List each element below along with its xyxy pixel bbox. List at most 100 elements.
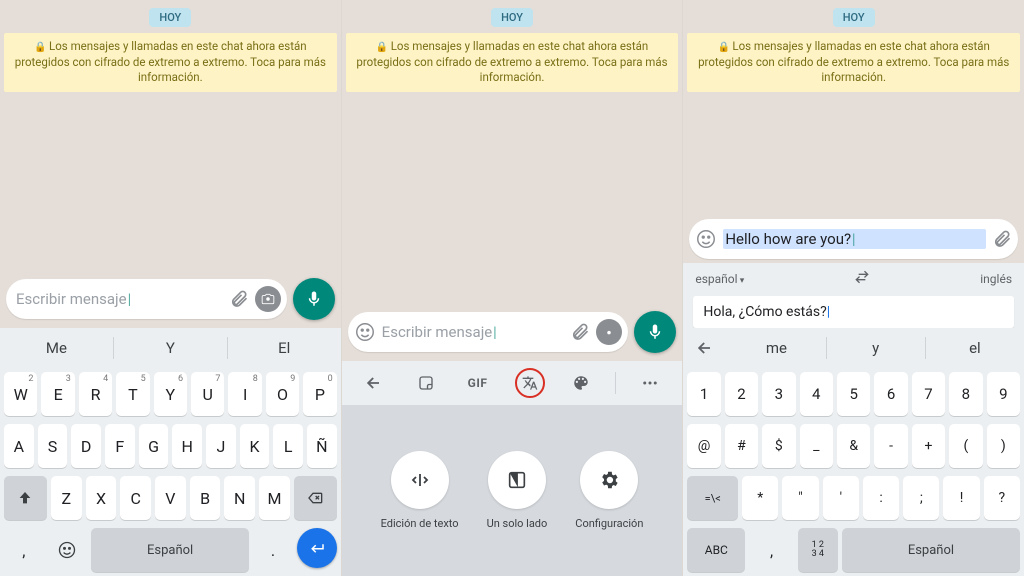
key-K[interactable]: K — [240, 424, 270, 468]
suggestion-3[interactable]: El — [228, 339, 341, 357]
suggestion-3[interactable]: el — [926, 339, 1024, 357]
theme-icon[interactable] — [563, 365, 599, 401]
translation-field[interactable]: Hola, ¿Cómo estás? — [693, 296, 1014, 328]
spacebar[interactable]: Español — [842, 528, 1020, 572]
encryption-banner[interactable]: Los mensajes y llamadas en este chat aho… — [687, 33, 1020, 92]
key-M[interactable]: M — [259, 476, 290, 520]
key-B[interactable]: B — [190, 476, 221, 520]
key-&[interactable]: & — [837, 424, 870, 468]
lang-from[interactable]: español — [695, 272, 744, 286]
abc-key[interactable]: ABC — [687, 528, 745, 572]
swap-icon[interactable] — [854, 269, 870, 288]
message-field[interactable]: Escribir mensaje — [6, 279, 287, 319]
encryption-banner[interactable]: Los mensajes y llamadas en este chat aho… — [4, 33, 337, 92]
enter-key[interactable] — [297, 528, 337, 568]
message-field[interactable]: Hello how are you? — [689, 219, 1018, 259]
key-O[interactable]: O9 — [266, 372, 299, 416]
emoji-icon[interactable] — [695, 228, 717, 250]
key-U[interactable]: U7 — [191, 372, 224, 416]
key-1[interactable]: 1 — [687, 372, 720, 416]
attach-icon[interactable] — [229, 289, 249, 309]
suggestion-2[interactable]: y — [827, 339, 925, 357]
mic-button[interactable] — [634, 311, 676, 353]
sticker-icon[interactable] — [408, 365, 444, 401]
lang-to[interactable]: inglés — [980, 272, 1012, 286]
key-)[interactable]: ) — [987, 424, 1020, 468]
key-6[interactable]: 6 — [874, 372, 907, 416]
back-icon[interactable] — [356, 365, 392, 401]
key-I[interactable]: I8 — [228, 372, 261, 416]
suggestion-1[interactable]: me — [727, 339, 825, 357]
key-;[interactable]: ; — [903, 476, 939, 520]
key-P[interactable]: P0 — [303, 372, 336, 416]
text-edit-tool[interactable]: Edición de texto — [381, 451, 459, 530]
key-X[interactable]: X — [86, 476, 117, 520]
key-([interactable]: ( — [949, 424, 982, 468]
chat-body — [342, 92, 683, 307]
key-C[interactable]: C — [120, 476, 151, 520]
key-R[interactable]: R4 — [79, 372, 112, 416]
encryption-banner[interactable]: Los mensajes y llamadas en este chat aho… — [346, 33, 679, 92]
key-3[interactable]: 3 — [762, 372, 795, 416]
emoji-key[interactable] — [48, 528, 88, 572]
key-E[interactable]: E3 — [41, 372, 74, 416]
key-'[interactable]: ' — [823, 476, 859, 520]
key-D[interactable]: D — [71, 424, 101, 468]
key-@[interactable]: @ — [687, 424, 720, 468]
attach-icon[interactable] — [570, 322, 590, 342]
key-4[interactable]: 4 — [800, 372, 833, 416]
attach-icon[interactable] — [992, 229, 1012, 249]
one-hand-tool[interactable]: Un solo lado — [487, 451, 548, 530]
settings-tool[interactable]: Configuración — [575, 451, 643, 530]
key-#[interactable]: # — [725, 424, 758, 468]
key-V[interactable]: V — [155, 476, 186, 520]
period-key[interactable]: . — [253, 528, 293, 572]
key-$[interactable]: $ — [762, 424, 795, 468]
key-![interactable]: ! — [943, 476, 979, 520]
key-T[interactable]: T5 — [116, 372, 149, 416]
suggestion-2[interactable]: Y — [114, 339, 227, 357]
key-7[interactable]: 7 — [912, 372, 945, 416]
key-A[interactable]: A — [4, 424, 34, 468]
key-S[interactable]: S — [38, 424, 68, 468]
key-G[interactable]: G — [139, 424, 169, 468]
key-9[interactable]: 9 — [987, 372, 1020, 416]
numfrac-key[interactable]: 1 2 3 4 — [798, 528, 838, 572]
key-N[interactable]: N — [224, 476, 255, 520]
key-_[interactable]: _ — [800, 424, 833, 468]
key-5[interactable]: 5 — [837, 372, 870, 416]
translate-icon[interactable] — [512, 365, 548, 401]
key-F[interactable]: F — [105, 424, 135, 468]
shift-key[interactable] — [4, 476, 47, 520]
key-L[interactable]: L — [273, 424, 303, 468]
key-+[interactable]: + — [912, 424, 945, 468]
key-Z[interactable]: Z — [51, 476, 82, 520]
camera-icon[interactable] — [255, 286, 281, 312]
key-2[interactable]: 2 — [725, 372, 758, 416]
gif-button[interactable]: GIF — [460, 365, 496, 401]
key--[interactable]: - — [874, 424, 907, 468]
back-icon[interactable] — [683, 338, 727, 358]
more-symbols-key[interactable]: =\< — [687, 476, 738, 520]
mic-button[interactable] — [293, 278, 335, 320]
suggestion-1[interactable]: Me — [0, 339, 113, 357]
message-field[interactable]: Escribir mensaje — [348, 312, 629, 352]
key-8[interactable]: 8 — [949, 372, 982, 416]
key-"[interactable]: " — [782, 476, 818, 520]
more-icon[interactable] — [632, 365, 668, 401]
comma-key[interactable]: , — [749, 528, 794, 572]
key-J[interactable]: J — [206, 424, 236, 468]
spacebar[interactable]: Español — [91, 528, 249, 572]
backspace-key[interactable] — [294, 476, 337, 520]
key-?[interactable]: ? — [984, 476, 1020, 520]
key-:[interactable]: : — [863, 476, 899, 520]
key-H[interactable]: H — [172, 424, 202, 468]
emoji-icon[interactable] — [354, 321, 376, 343]
key-*[interactable]: * — [742, 476, 778, 520]
key-Ñ[interactable]: Ñ — [307, 424, 337, 468]
key-W[interactable]: W2 — [4, 372, 37, 416]
camera-icon[interactable] — [596, 319, 622, 345]
key-Y[interactable]: Y6 — [154, 372, 187, 416]
comma-key[interactable]: , — [4, 528, 44, 572]
message-input-row: Escribir mensaje — [342, 307, 683, 361]
